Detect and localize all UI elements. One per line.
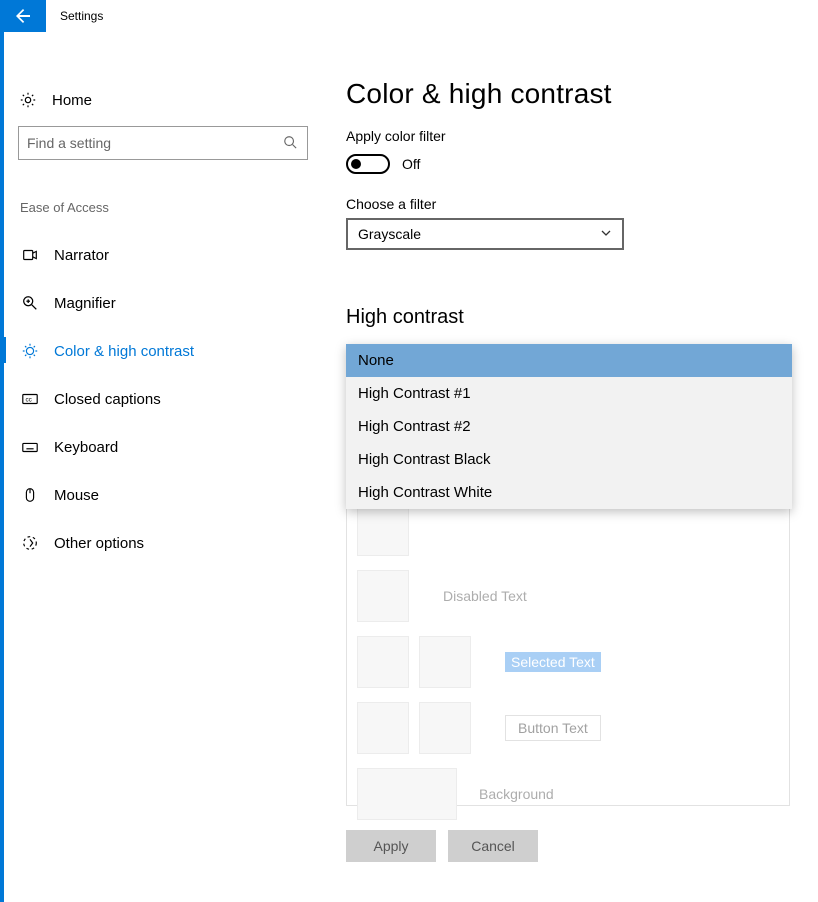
page-title: Color & high contrast <box>346 78 796 110</box>
sidebar-item-label: Color & high contrast <box>54 343 194 360</box>
sidebar-item-label: Keyboard <box>54 439 118 456</box>
color-swatch[interactable] <box>357 504 409 556</box>
arrow-left-icon <box>15 8 31 24</box>
back-button[interactable] <box>0 0 46 32</box>
sidebar-item-magnifier[interactable]: Magnifier <box>18 281 308 325</box>
color-swatch[interactable] <box>357 702 409 754</box>
nav-home-label: Home <box>52 92 92 109</box>
apply-filter-toggle-row: Off <box>346 154 796 174</box>
swatch-row-disabled: Disabled Text <box>347 563 789 629</box>
sidebar-item-label: Mouse <box>54 487 99 504</box>
main-content: Color & high contrast Apply color filter… <box>346 78 796 373</box>
filter-combobox-value: Grayscale <box>358 226 421 242</box>
swatch-label: Button Text <box>505 715 601 741</box>
swatch-label: Disabled Text <box>443 588 527 604</box>
apply-filter-label: Apply color filter <box>346 128 796 144</box>
mouse-icon <box>20 485 40 505</box>
magnifier-icon <box>20 293 40 313</box>
color-swatch[interactable] <box>357 570 409 622</box>
brightness-icon <box>20 341 40 361</box>
color-swatch[interactable] <box>419 636 471 688</box>
window-header: Settings <box>0 0 818 32</box>
swatch-label: Selected Text <box>505 652 601 672</box>
toggle-state-label: Off <box>402 156 420 172</box>
nav-home[interactable]: Home <box>18 82 308 118</box>
sidebar-item-label: Closed captions <box>54 391 161 408</box>
color-swatch[interactable] <box>357 768 457 820</box>
search-box[interactable] <box>18 126 308 160</box>
options-icon <box>20 533 40 553</box>
accent-bar <box>0 32 4 902</box>
svg-text:cc: cc <box>26 397 32 404</box>
sidebar-item-label: Other options <box>54 535 144 552</box>
action-buttons: Apply Cancel <box>346 830 538 862</box>
category-heading: Ease of Access <box>20 200 308 215</box>
theme-option-hcwhite[interactable]: High Contrast White <box>346 476 792 509</box>
apply-button[interactable]: Apply <box>346 830 436 862</box>
swatch-row-background: Background <box>347 761 789 827</box>
high-contrast-heading: High contrast <box>346 306 796 329</box>
keyboard-icon <box>20 437 40 457</box>
color-swatch[interactable] <box>419 702 471 754</box>
swatch-label: Background <box>479 786 554 802</box>
sidebar-item-closed-captions[interactable]: cc Closed captions <box>18 377 308 421</box>
apply-filter-toggle[interactable] <box>346 154 390 174</box>
theme-option-none[interactable]: None <box>346 344 792 377</box>
theme-option-hc1[interactable]: High Contrast #1 <box>346 377 792 410</box>
narrator-icon <box>20 245 40 265</box>
closed-captions-icon: cc <box>20 389 40 409</box>
sidebar-item-narrator[interactable]: Narrator <box>18 233 308 277</box>
swatch-row-selected: Selected Text <box>347 629 789 695</box>
search-input[interactable] <box>27 135 283 151</box>
toggle-knob <box>351 159 361 169</box>
search-icon <box>283 135 299 151</box>
sidebar-item-other-options[interactable]: Other options <box>18 521 308 565</box>
gear-icon <box>18 90 38 110</box>
theme-dropdown[interactable]: None High Contrast #1 High Contrast #2 H… <box>346 344 792 509</box>
color-swatch[interactable] <box>357 636 409 688</box>
sidebar-item-mouse[interactable]: Mouse <box>18 473 308 517</box>
theme-option-hc2[interactable]: High Contrast #2 <box>346 410 792 443</box>
sidebar-item-keyboard[interactable]: Keyboard <box>18 425 308 469</box>
sidebar-item-label: Magnifier <box>54 295 116 312</box>
chevron-down-icon <box>600 227 612 242</box>
nav-list: Narrator Magnifier Color & high contrast… <box>18 233 308 565</box>
swatch-row-button: Button Text <box>347 695 789 761</box>
filter-combobox[interactable]: Grayscale <box>346 218 624 250</box>
sidebar-item-label: Narrator <box>54 247 109 264</box>
sidebar-item-color-high-contrast[interactable]: Color & high contrast <box>18 329 308 373</box>
window-title: Settings <box>46 9 103 23</box>
choose-filter-label: Choose a filter <box>346 196 796 212</box>
theme-option-hcblack[interactable]: High Contrast Black <box>346 443 792 476</box>
sidebar: Home Ease of Access Narrator Magnifier C… <box>18 82 308 569</box>
cancel-button[interactable]: Cancel <box>448 830 538 862</box>
